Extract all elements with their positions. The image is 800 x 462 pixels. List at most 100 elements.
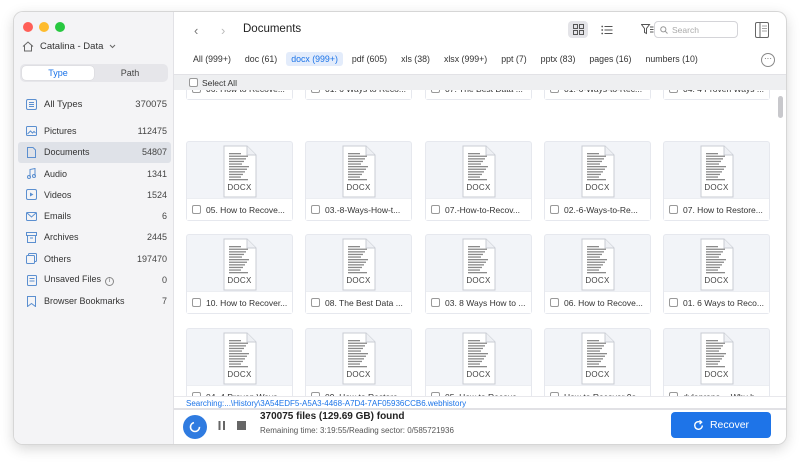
category-emails[interactable]: Emails 6 xyxy=(18,205,171,226)
file-checkbox[interactable] xyxy=(431,298,440,307)
back-button[interactable]: ‹ xyxy=(194,23,198,38)
file-type-tab[interactable]: doc (61) xyxy=(240,52,282,66)
category-others[interactable]: Others 197470 xyxy=(18,248,171,269)
file-type-tabs: All (999+) doc (61) docx (999+) pdf (605) xl… xyxy=(188,52,707,66)
file-type-tab[interactable]: ppt (7) xyxy=(496,52,531,66)
zoom-window-button[interactable] xyxy=(55,22,65,32)
file-type-tab[interactable]: xls (38) xyxy=(396,52,435,66)
file-card[interactable]: DOCX 06. How to Recove... xyxy=(544,234,651,314)
file-card[interactable]: DOCX dylanrana -- Why h... xyxy=(663,328,770,396)
file-card-footer: 02.-6-Ways-to-Re... xyxy=(545,198,650,220)
file-card[interactable]: 01.-6-Ways-to-Rec... xyxy=(544,90,651,100)
file-card[interactable]: DOCX 09. How to Restore... xyxy=(305,328,412,396)
file-checkbox[interactable] xyxy=(550,298,559,307)
file-card[interactable]: DOCX 02.-6-Ways-to-Re... xyxy=(544,141,651,221)
docx-file-icon: DOCX xyxy=(578,145,618,199)
device-selector[interactable]: Catalina - Data xyxy=(22,41,116,52)
file-type-label: DOCX xyxy=(585,276,610,285)
category-pictures[interactable]: Pictures 112475 xyxy=(18,120,171,141)
file-card[interactable]: 01. 6 Ways to Reco... xyxy=(305,90,412,100)
file-name: 06. How to Recove... xyxy=(564,297,643,308)
file-card[interactable]: DOCX 01. 6 Ways to Reco... xyxy=(663,234,770,314)
file-checkbox[interactable] xyxy=(192,90,201,93)
recover-button[interactable]: Recover xyxy=(671,412,771,438)
file-checkbox[interactable] xyxy=(311,90,320,93)
file-checkbox[interactable] xyxy=(669,205,678,214)
file-card[interactable]: 07. The Best Data ... xyxy=(425,90,532,100)
list-view-button[interactable] xyxy=(597,21,617,38)
file-card[interactable]: DOCX 05. How to Recove... xyxy=(425,328,532,396)
select-all-checkbox[interactable] xyxy=(189,78,198,87)
category-browser-bookmarks[interactable]: Browser Bookmarks 7 xyxy=(18,291,171,312)
category-archives[interactable]: Archives 2445 xyxy=(18,227,171,248)
file-type-tab[interactable]: pdf (605) xyxy=(347,52,392,66)
file-card[interactable]: DOCX 03.-8-Ways-How-t... xyxy=(305,141,412,221)
file-type-tab[interactable]: pages (16) xyxy=(584,52,636,66)
file-name: 05. How to Recove... xyxy=(206,204,285,215)
docx-file-icon: DOCX xyxy=(697,332,737,386)
recover-label: Recover xyxy=(709,419,750,431)
refresh-icon xyxy=(693,419,703,430)
docx-file-icon: DOCX xyxy=(459,145,499,199)
file-card[interactable]: 04. 4 Proven Ways ... xyxy=(663,90,770,100)
file-card[interactable]: DOCX 03. 8 Ways How to ... xyxy=(425,234,532,314)
preview-panel-button[interactable] xyxy=(752,20,772,40)
path-tab[interactable]: Path xyxy=(94,66,166,80)
file-thumbnail: DOCX xyxy=(545,235,650,292)
scrollbar-thumb[interactable] xyxy=(778,96,783,118)
file-checkbox[interactable] xyxy=(550,90,559,93)
scan-spinner-icon xyxy=(183,415,207,439)
file-card[interactable]: 06. How to Recove... xyxy=(186,90,293,100)
file-card[interactable]: DOCX 07. How to Restore... xyxy=(663,141,770,221)
file-type-tab[interactable]: xlsx (999+) xyxy=(439,52,492,66)
file-checkbox[interactable] xyxy=(669,90,678,93)
category-audio[interactable]: Audio 1341 xyxy=(18,163,171,184)
type-tab[interactable]: Type xyxy=(22,66,94,80)
file-checkbox[interactable] xyxy=(669,298,678,307)
info-icon[interactable]: i xyxy=(105,277,115,287)
stop-button[interactable] xyxy=(237,421,246,432)
docx-file-icon: DOCX xyxy=(339,145,379,199)
file-type-label: DOCX xyxy=(704,276,729,285)
file-checkbox[interactable] xyxy=(192,298,201,307)
unsaved-file-icon xyxy=(26,274,37,286)
archive-icon xyxy=(26,231,37,243)
vertical-scrollbar[interactable] xyxy=(778,94,784,394)
file-checkbox[interactable] xyxy=(550,205,559,214)
file-card[interactable]: DOCX 08. The Best Data ... xyxy=(305,234,412,314)
category-unsaved-files[interactable]: Unsaved Files i 0 xyxy=(18,269,171,290)
file-type-tab[interactable]: docx (999+) xyxy=(286,52,343,66)
file-type-label: DOCX xyxy=(227,276,252,285)
more-options-button[interactable]: ··· xyxy=(761,53,775,67)
category-videos[interactable]: Videos 1524 xyxy=(18,184,171,205)
file-checkbox[interactable] xyxy=(311,298,320,307)
file-type-tab[interactable]: pptx (83) xyxy=(536,52,581,66)
search-input[interactable] xyxy=(672,24,734,35)
remaining-time-text: Remaining time: 3:19:55/Reading sector: … xyxy=(260,426,454,435)
file-card-footer: 03. 8 Ways How to ... xyxy=(426,291,531,313)
file-card-footer: 04. 4 Proven Ways ... xyxy=(664,90,769,99)
grid-view-button[interactable] xyxy=(568,21,588,38)
file-checkbox[interactable] xyxy=(311,205,320,214)
file-thumbnail: DOCX xyxy=(306,142,411,199)
file-type-tab[interactable]: All (999+) xyxy=(188,52,236,66)
close-window-button[interactable] xyxy=(23,22,33,32)
file-card[interactable]: DOCX 10. How to Recover... xyxy=(186,234,293,314)
category-documents[interactable]: Documents 54807 xyxy=(18,141,171,163)
file-thumbnail: DOCX xyxy=(664,142,769,199)
file-card[interactable]: DOCX How to Recover 9o... xyxy=(544,328,651,396)
file-card[interactable]: DOCX 04. 4 Proven Ways ... xyxy=(186,328,293,396)
category-all-types[interactable]: All Types 370075 xyxy=(18,94,171,115)
forward-button[interactable]: › xyxy=(221,23,225,38)
file-card-footer: 04. 4 Proven Ways ... xyxy=(187,385,292,396)
pause-button[interactable] xyxy=(218,421,226,432)
search-box[interactable] xyxy=(654,21,738,38)
file-card[interactable]: DOCX 07.-How-to-Recov... xyxy=(425,141,532,221)
file-name: 10. How to Recover... xyxy=(206,297,288,308)
file-checkbox[interactable] xyxy=(192,205,201,214)
minimize-window-button[interactable] xyxy=(39,22,49,32)
file-checkbox[interactable] xyxy=(431,90,440,93)
file-card[interactable]: DOCX 05. How to Recove... xyxy=(186,141,293,221)
file-type-tab[interactable]: numbers (10) xyxy=(640,52,702,66)
file-checkbox[interactable] xyxy=(431,205,440,214)
